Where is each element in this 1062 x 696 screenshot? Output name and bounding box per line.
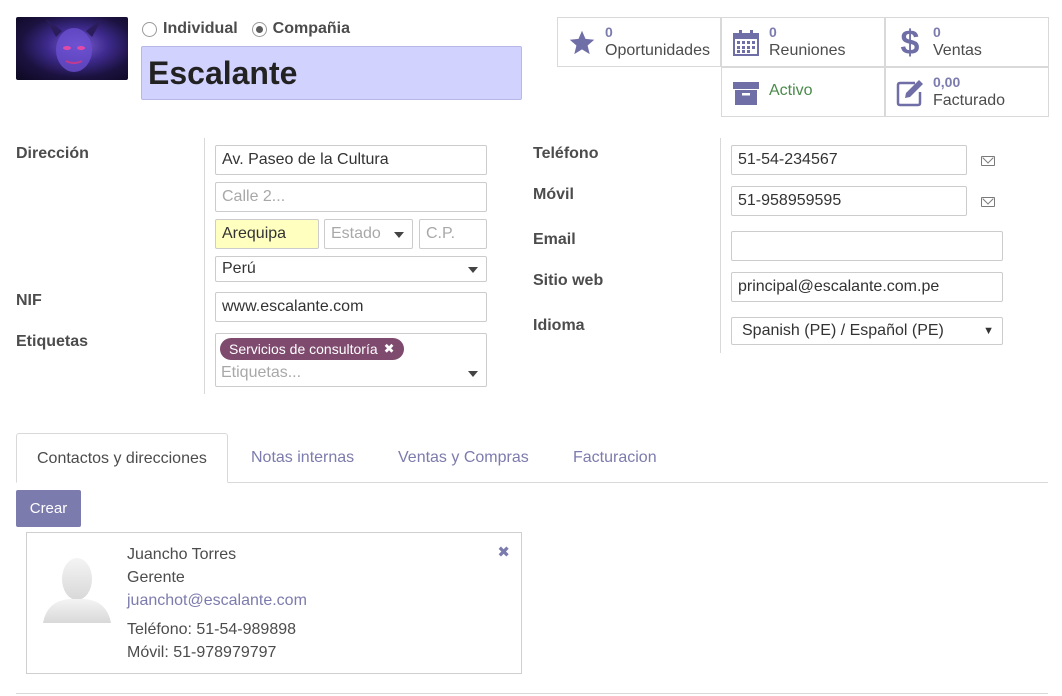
sms-envelope-icon[interactable]: [981, 156, 995, 166]
opportunities-count: 0: [605, 24, 613, 40]
meetings-count: 0: [769, 24, 777, 40]
chevron-down-icon: [468, 371, 478, 377]
tag-chip-label: Servicios de consultoría: [229, 341, 378, 357]
active-label: Activo: [769, 82, 813, 99]
tags-placeholder[interactable]: Etiquetas...: [221, 364, 301, 382]
opportunities-label: Oportunidades: [605, 42, 710, 59]
calendar-icon: [730, 27, 762, 59]
contact-mobile: Móvil: 51-978979797: [127, 644, 277, 661]
radio-individual[interactable]: Individual: [142, 20, 238, 38]
zip-input[interactable]: C.P.: [419, 219, 487, 249]
radio-individual-circle[interactable]: [142, 21, 157, 37]
language-select[interactable]: Spanish (PE) / Español (PE) ▼: [731, 317, 1003, 345]
address-label: Dirección: [16, 145, 89, 162]
opportunities-button[interactable]: 0 Oportunidades: [557, 17, 721, 67]
mobile-input[interactable]: 51-958959595: [731, 186, 967, 216]
state-select[interactable]: Estado: [324, 219, 413, 249]
mobile-label: Móvil: [533, 186, 574, 203]
tab-invoicing[interactable]: Facturacion: [553, 433, 677, 483]
active-toggle-button[interactable]: Activo: [721, 67, 885, 117]
sales-label: Ventas: [933, 42, 982, 59]
phone-label: Teléfono: [533, 145, 599, 162]
tab-internal-notes[interactable]: Notas internas: [231, 433, 374, 483]
country-value: Perú: [222, 260, 256, 277]
invoiced-amount: 0,00: [933, 74, 961, 90]
contact-phone: Teléfono: 51-54-989898: [127, 621, 297, 638]
left-group-divider: [204, 138, 205, 394]
chevron-down-icon: [468, 267, 478, 273]
state-placeholder: Estado: [331, 225, 381, 242]
radio-company[interactable]: Compañia: [251, 20, 351, 38]
company-avatar[interactable]: [16, 17, 128, 80]
section-bottom-divider: [16, 693, 1048, 694]
language-value: Spanish (PE) / Español (PE): [742, 322, 944, 339]
archive-icon: [730, 77, 762, 109]
close-icon[interactable]: ✖: [384, 338, 395, 360]
tags-label: Etiquetas: [16, 333, 89, 350]
meetings-label: Reuniones: [769, 42, 846, 59]
remove-contact-icon[interactable]: ✖: [497, 543, 510, 561]
radio-company-circle[interactable]: [251, 21, 267, 37]
smart-buttons: 0 Oportunidades 0 Reuniones $ 0 Ventas A…: [557, 17, 1049, 117]
partner-type-selector: Individual Compañia: [142, 19, 350, 39]
website-input[interactable]: principal@escalante.com.pe: [731, 272, 1003, 302]
radio-individual-label: Individual: [163, 20, 238, 37]
caret-down-icon: ▼: [983, 325, 994, 337]
sales-count: 0: [933, 24, 941, 40]
invoiced-button[interactable]: 0,00 Facturado: [885, 67, 1049, 117]
email-input[interactable]: [731, 231, 1003, 261]
sales-button[interactable]: $ 0 Ventas: [885, 17, 1049, 67]
create-contact-button[interactable]: Crear: [16, 490, 81, 527]
street2-input[interactable]: Calle 2...: [215, 182, 487, 212]
vat-input[interactable]: www.escalante.com: [215, 292, 487, 322]
radio-company-label: Compañia: [272, 20, 351, 37]
language-label: Idioma: [533, 317, 585, 334]
street-input[interactable]: Av. Paseo de la Cultura: [215, 145, 487, 175]
tag-chip: Servicios de consultoría ✖: [220, 338, 404, 360]
right-group-divider: [720, 138, 721, 353]
email-label: Email: [533, 231, 576, 248]
partner-name-input[interactable]: Escalante: [141, 46, 522, 100]
dollar-icon: $: [900, 24, 920, 62]
contact-card[interactable]: Juancho Torres Gerente juanchot@escalant…: [26, 532, 522, 674]
tab-sales-purchases[interactable]: Ventas y Compras: [378, 433, 549, 483]
star-icon: [566, 27, 598, 59]
invoiced-label: Facturado: [933, 92, 1006, 109]
tab-contacts[interactable]: Contactos y direcciones: [16, 433, 228, 483]
chevron-down-icon: [394, 232, 404, 238]
sms-envelope-icon[interactable]: [981, 197, 995, 207]
meetings-button[interactable]: 0 Reuniones: [721, 17, 885, 67]
contact-name: Juancho Torres: [127, 546, 237, 563]
city-input[interactable]: Arequipa: [215, 219, 319, 249]
phone-input[interactable]: 51-54-234567: [731, 145, 967, 175]
vat-label: NIF: [16, 292, 42, 309]
website-label: Sitio web: [533, 272, 604, 289]
country-select[interactable]: Perú: [215, 256, 487, 282]
contact-avatar-placeholder: [39, 551, 115, 627]
contact-function: Gerente: [127, 569, 185, 586]
contact-email-link[interactable]: juanchot@escalante.com: [127, 592, 307, 610]
edit-icon: [894, 77, 926, 109]
